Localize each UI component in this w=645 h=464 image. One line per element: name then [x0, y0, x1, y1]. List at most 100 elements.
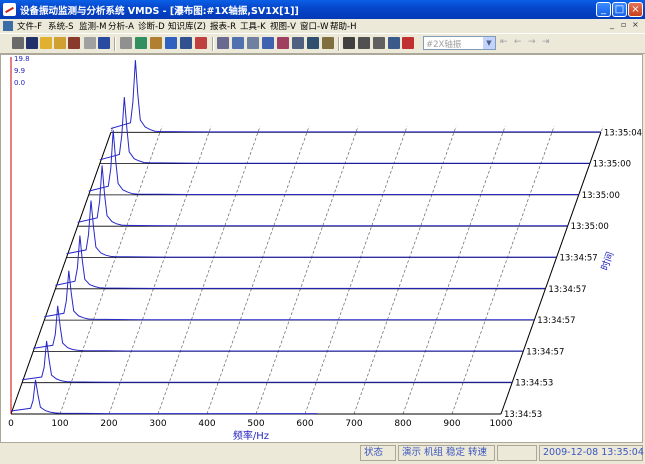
- menu-analysis[interactable]: 分析-A: [108, 20, 134, 32]
- menu-view[interactable]: 视图-V: [270, 20, 296, 32]
- waveform-icon[interactable]: [217, 37, 229, 49]
- depth-gridline: [157, 126, 261, 415]
- cascade-window-icon[interactable]: [358, 37, 370, 49]
- spectrum-trace: [33, 305, 524, 352]
- orbit-icon[interactable]: [247, 37, 259, 49]
- play-icon[interactable]: [84, 37, 96, 49]
- z-tick-label: 9.9: [14, 67, 25, 75]
- bode-icon[interactable]: [262, 37, 274, 49]
- x-tick-label: 100: [51, 419, 68, 429]
- toolbar-separator: [114, 37, 115, 51]
- menu-monitor[interactable]: 监测-M: [79, 20, 106, 32]
- menu-knowledge[interactable]: 知识库(Z): [168, 20, 206, 32]
- x-axis-label: 频率/Hz: [233, 429, 269, 442]
- menu-file[interactable]: 文件-F: [17, 20, 42, 32]
- curve-icon[interactable]: [180, 37, 192, 49]
- cascade-icon[interactable]: [292, 37, 304, 49]
- mdi-close-button[interactable]: ×: [632, 20, 639, 29]
- cursor-icon[interactable]: [120, 37, 132, 49]
- right-depth-axis: [500, 132, 602, 415]
- y-axis-label: 时间: [599, 250, 617, 272]
- table-icon[interactable]: [307, 37, 319, 49]
- waterfall-chart: 0 100 200 300 400 500 600 700 800 900 1000 频率/Hz 13:…: [8, 55, 642, 442]
- zoom-icon[interactable]: [150, 37, 162, 49]
- window-title: 设备振动监测与分析系统 VMDS - [瀑布图:#1X轴振,SV1X[1]]: [20, 6, 299, 17]
- time-label: 13:34:57: [548, 285, 586, 295]
- first-page-icon[interactable]: ⇤: [500, 37, 508, 47]
- x-tick-label: 300: [149, 419, 166, 429]
- arrange-icon[interactable]: [373, 37, 385, 49]
- time-label: 13:35:00: [571, 222, 609, 232]
- time-label: 13:34:57: [526, 347, 564, 357]
- close-button[interactable]: ×: [628, 2, 643, 17]
- x-tick-label: 600: [296, 419, 313, 429]
- menu-system[interactable]: 系统-S: [48, 20, 73, 32]
- grid-icon[interactable]: [135, 37, 147, 49]
- waterfall-plot-area: 0 100 200 300 400 500 600 700 800 900 1000 频率/Hz 13:…: [0, 54, 643, 443]
- depth-axis: [10, 132, 112, 415]
- z-tick-label: 0.0: [14, 79, 25, 87]
- spectrum-trace: [44, 270, 535, 321]
- spectrum-trace: [77, 165, 568, 227]
- alarm-icon[interactable]: [402, 37, 414, 49]
- next-page-icon[interactable]: →: [528, 37, 536, 47]
- menu-bar: 文件-F 系统-S 监测-M 分析-A 诊断-D 知识库(Z) 报表-R 工具-…: [0, 19, 645, 33]
- z-tick-label: 19.8: [14, 55, 30, 63]
- open-folder-icon[interactable]: [40, 37, 52, 49]
- mdi-restore-button[interactable]: ▫: [621, 20, 626, 29]
- menu-report[interactable]: 报表-R: [210, 20, 236, 32]
- settings-icon[interactable]: [195, 37, 207, 49]
- window-icon[interactable]: [388, 37, 400, 49]
- x-tick-label: 200: [100, 419, 117, 429]
- axis-select[interactable]: #2X轴振 ▼: [423, 36, 496, 50]
- trend-icon[interactable]: [165, 37, 177, 49]
- spectrum-icon[interactable]: [232, 37, 244, 49]
- spectrum-trace: [10, 379, 318, 415]
- minimize-button[interactable]: _: [596, 2, 611, 17]
- spectrum-trace: [55, 235, 546, 289]
- time-label: 13:34:57: [560, 254, 598, 264]
- x-tick-label: 0: [8, 419, 14, 429]
- x-tick-label: 1000: [490, 419, 513, 429]
- depth-gridline: [353, 126, 457, 415]
- spectrum-trace: [88, 130, 579, 195]
- time-label: 13:35:00: [582, 191, 620, 201]
- tile-icon[interactable]: [343, 37, 355, 49]
- maximize-button[interactable]: □: [612, 2, 627, 17]
- menu-help[interactable]: 帮助-H: [330, 20, 356, 32]
- mdi-minimize-button[interactable]: _: [610, 20, 614, 29]
- time-label: 13:34:57: [537, 316, 575, 326]
- depth-gridline: [108, 126, 212, 415]
- depth-gridline: [402, 126, 506, 415]
- status-empty: [497, 445, 537, 461]
- spectrum-trace: [66, 200, 557, 258]
- time-label: 13:34:53: [504, 410, 542, 420]
- x-tick-label: 900: [443, 419, 460, 429]
- depth-gridline: [206, 126, 310, 415]
- x-tick-label: 700: [345, 419, 362, 429]
- print-icon[interactable]: [12, 37, 24, 49]
- x-tick-label: 500: [247, 419, 264, 429]
- time-label: 13:35:04: [604, 128, 642, 138]
- pause-icon[interactable]: [98, 37, 110, 49]
- status-mode: 演示 机组 稳定 转速: [398, 445, 495, 461]
- app-icon: [3, 3, 16, 16]
- menu-tools[interactable]: 工具-K: [240, 20, 266, 32]
- menu-diagnosis[interactable]: 诊断-D: [138, 20, 165, 32]
- x-tick-label: 400: [198, 419, 215, 429]
- x-tick-label: 800: [394, 419, 411, 429]
- polar-icon[interactable]: [277, 37, 289, 49]
- chevron-down-icon[interactable]: ▼: [483, 37, 495, 49]
- save-icon[interactable]: [26, 37, 38, 49]
- export-icon[interactable]: [54, 37, 66, 49]
- axis-select-value: #2X轴振: [426, 40, 462, 50]
- spectrum-trace: [99, 97, 590, 164]
- waterfall-icon[interactable]: [322, 37, 334, 49]
- depth-gridline: [451, 126, 555, 415]
- menu-window[interactable]: 窗口-W: [300, 20, 328, 32]
- tools-icon[interactable]: [68, 37, 80, 49]
- spectrum-trace: [22, 340, 513, 383]
- prev-page-icon[interactable]: ←: [514, 37, 522, 47]
- last-page-icon[interactable]: ⇥: [542, 37, 550, 47]
- depth-gridline: [304, 126, 408, 415]
